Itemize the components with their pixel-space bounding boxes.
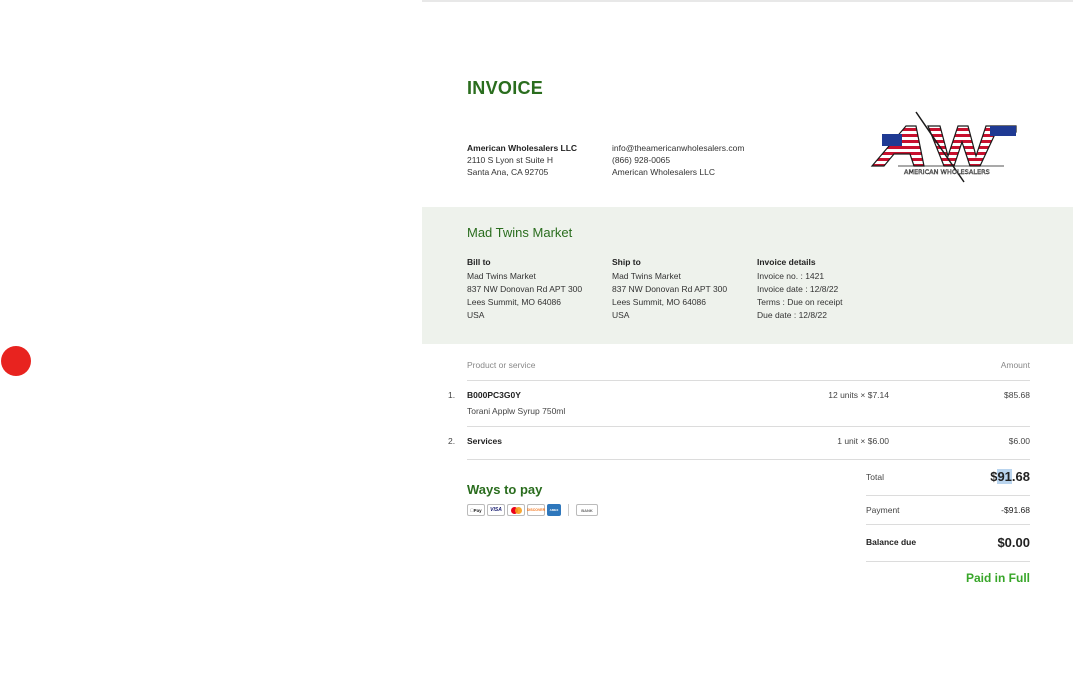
bill-to-line: USA [467, 310, 485, 320]
invoice-title: INVOICE [467, 78, 544, 98]
ways-to-pay-heading: Ways to pay [467, 482, 543, 497]
column-header-amount: Amount [1000, 360, 1030, 370]
payment-value: -$91.68 [1001, 505, 1030, 515]
invoice-number: Invoice no. : 1421 [757, 271, 825, 281]
invoice-due-date: Due date : 12/8/22 [757, 310, 827, 320]
customer-name: Mad Twins Market [467, 225, 573, 240]
bill-to-line: 837 NW Donovan Rd APT 300 [467, 284, 583, 294]
ship-to-line: Lees Summit, MO 64086 [612, 297, 707, 307]
invoice-document: INVOICE American Wholesalers LLC 2110 S … [422, 0, 1073, 681]
visa-icon: VISA [487, 504, 505, 516]
logo-text: AMERICAN WHOLESALERS [904, 168, 990, 176]
total-value: $91.68 [990, 469, 1030, 484]
ship-to-line: Mad Twins Market [612, 271, 681, 281]
line-item-description: Torani Applw Syrup 750ml [467, 406, 566, 416]
mastercard-icon [507, 504, 525, 516]
balance-due-label: Balance due [866, 537, 917, 547]
company-logo: AMERICAN WHOLESALERS [870, 111, 1017, 183]
seller-email: info@theamericanwholesalers.com [612, 143, 745, 153]
line-item-amount: $85.68 [1004, 390, 1030, 400]
divider [866, 495, 1030, 496]
ship-to-line: 837 NW Donovan Rd APT 300 [612, 284, 728, 294]
divider [467, 459, 1030, 460]
divider [866, 524, 1030, 525]
divider [467, 380, 1030, 381]
apple-pay-icon: Pay [467, 504, 485, 516]
seller-address-line2: Santa Ana, CA 92705 [467, 167, 549, 177]
ship-to-line: USA [612, 310, 630, 320]
column-header-product: Product or service [467, 360, 536, 370]
payment-label: Payment [866, 505, 900, 515]
invoice-details: Invoice details Invoice no. : 1421 Invoi… [757, 256, 843, 322]
divider [866, 561, 1030, 562]
ship-to-heading: Ship to [612, 257, 641, 267]
bill-to: Bill to Mad Twins Market 837 NW Donovan … [467, 256, 582, 322]
line-item-number: 1. [448, 390, 456, 400]
ship-to: Ship to Mad Twins Market 837 NW Donovan … [612, 256, 727, 322]
cursor-indicator [1, 346, 31, 376]
amex-icon: AMEX [547, 504, 561, 516]
bill-to-line: Lees Summit, MO 64086 [467, 297, 562, 307]
seller-address-line1: 2110 S Lyon st Suite H [467, 155, 553, 165]
invoice-details-heading: Invoice details [757, 257, 816, 267]
seller-contact: info@theamericanwholesalers.com (866) 92… [612, 142, 744, 178]
seller-info: American Wholesalers LLC 2110 S Lyon st … [467, 142, 577, 178]
line-item-quantity: 12 units × $7.14 [828, 390, 889, 400]
line-item-quantity: 1 unit × $6.00 [837, 436, 889, 446]
payment-divider [568, 504, 569, 516]
divider [467, 426, 1030, 427]
bill-to-line: Mad Twins Market [467, 271, 536, 281]
line-item-sku: Services [467, 436, 502, 446]
balance-due-value: $0.00 [997, 535, 1030, 550]
payment-methods: Pay VISA DISCOVER AMEX BANK [467, 504, 598, 516]
line-item-sku: B000PC3G0Y [467, 390, 521, 400]
invoice-terms: Terms : Due on receipt [757, 297, 843, 307]
bill-to-heading: Bill to [467, 257, 491, 267]
page: INVOICE American Wholesalers LLC 2110 S … [0, 0, 1073, 681]
bank-icon: BANK [576, 504, 598, 516]
discover-icon: DISCOVER [527, 504, 545, 516]
total-label: Total [866, 472, 884, 482]
line-item-amount: $6.00 [1008, 436, 1030, 446]
line-item-number: 2. [448, 436, 456, 446]
seller-company: American Wholesalers LLC [612, 167, 715, 177]
seller-name: American Wholesalers LLC [467, 143, 578, 153]
seller-phone: (866) 928-0065 [612, 155, 671, 165]
invoice-date: Invoice date : 12/8/22 [757, 284, 839, 294]
payment-status: Paid in Full [965, 571, 1030, 585]
